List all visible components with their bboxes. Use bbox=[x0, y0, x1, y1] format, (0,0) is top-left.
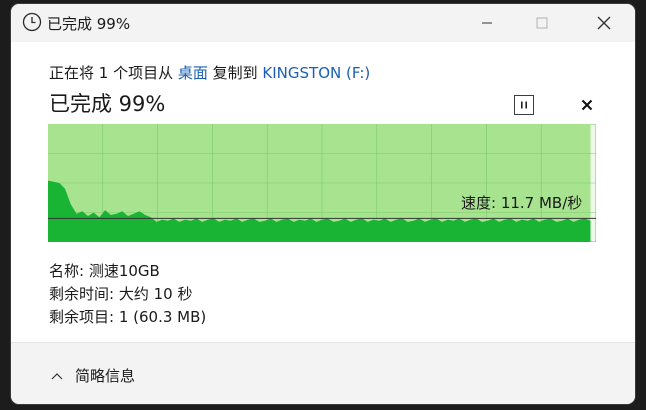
time-remaining-row: 剩余时间: 大约 10 秒 bbox=[49, 285, 193, 303]
chevron-up-icon bbox=[51, 372, 63, 379]
fewer-details-toggle[interactable]: 简略信息 bbox=[51, 365, 135, 386]
copy-progress-dialog: 已完成 99% 正在将 1 个项目从 桌面 复制到 KINGSTON (F:) … bbox=[11, 4, 635, 404]
pause-icon bbox=[521, 101, 527, 109]
speed-label: 速度: 11.7 MB/秒 bbox=[461, 194, 583, 212]
speed-chart bbox=[48, 124, 596, 242]
dialog-footer: 简略信息 bbox=[11, 342, 635, 404]
close-icon bbox=[597, 16, 611, 30]
destination-link[interactable]: KINGSTON (F:) bbox=[262, 64, 370, 82]
transfer-details: 名称: 测速10GB 剩余时间: 大约 10 秒 剩余项目: 1 (60.3 M… bbox=[49, 260, 206, 329]
fewer-details-label: 简略信息 bbox=[75, 367, 136, 385]
stop-icon bbox=[581, 99, 593, 111]
source-link[interactable]: 桌面 bbox=[178, 64, 208, 82]
minimize-button[interactable] bbox=[464, 4, 510, 42]
items-remaining-row: 剩余项目: 1 (60.3 MB) bbox=[49, 308, 207, 326]
maximize-icon bbox=[536, 17, 548, 29]
pause-button[interactable] bbox=[514, 95, 534, 115]
window-title: 已完成 99% bbox=[47, 15, 131, 33]
file-name-row: 名称: 测速10GB bbox=[49, 262, 160, 280]
copy-description: 正在将 1 个项目从 桌面 复制到 KINGSTON (F:) bbox=[49, 62, 370, 83]
title-bar[interactable]: 已完成 99% bbox=[11, 4, 635, 42]
copy-prefix-text: 正在将 1 个项目从 bbox=[49, 64, 178, 82]
minimize-icon bbox=[482, 22, 492, 24]
maximize-button[interactable] bbox=[519, 4, 565, 42]
progress-heading: 已完成 99% bbox=[49, 92, 166, 116]
clock-icon bbox=[22, 12, 42, 32]
cancel-button[interactable] bbox=[577, 95, 597, 115]
copy-middle-text: 复制到 bbox=[207, 64, 263, 82]
dialog-content: 正在将 1 个项目从 桌面 复制到 KINGSTON (F:) 已完成 99% … bbox=[11, 42, 635, 342]
close-button[interactable] bbox=[581, 4, 627, 42]
